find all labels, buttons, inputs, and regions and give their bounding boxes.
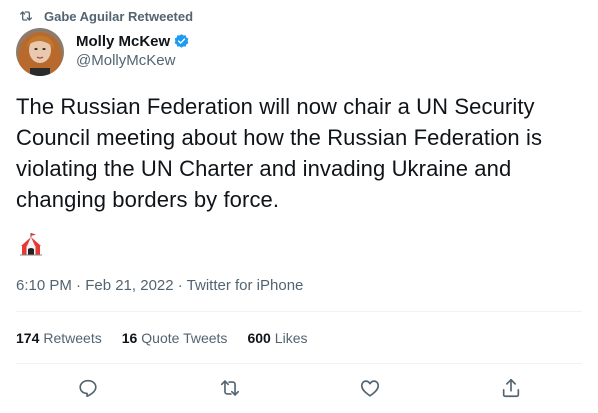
like-icon[interactable] — [359, 377, 381, 399]
retweet-context: Gabe Aguilar Retweeted — [18, 8, 193, 24]
tweet-text: The Russian Federation will now chair a … — [16, 94, 543, 212]
quotes-count: 16 — [121, 330, 138, 346]
likes-count: 600 — [247, 330, 271, 346]
quotes-label: Quote Tweets — [141, 330, 228, 346]
reply-icon[interactable] — [77, 377, 99, 399]
share-icon[interactable] — [500, 377, 522, 399]
user-handle[interactable]: @MollyMcKew — [76, 52, 190, 69]
retweet-context-label[interactable]: Gabe Aguilar Retweeted — [44, 9, 193, 24]
retweet-icon[interactable] — [219, 377, 241, 399]
display-name[interactable]: Molly McKew — [76, 33, 170, 50]
quote-tweets-stat[interactable]: 16 Quote Tweets — [122, 330, 228, 346]
circus-tent-emoji — [18, 232, 44, 258]
retweets-count: 174 — [16, 330, 40, 346]
retweets-label: Retweets — [43, 330, 102, 346]
retweet-icon — [18, 8, 34, 24]
divider — [16, 363, 582, 364]
likes-stat[interactable]: 600 Likes — [247, 330, 307, 346]
avatar[interactable] — [16, 28, 64, 76]
divider — [16, 311, 582, 312]
author-block: Molly McKew @MollyMcKew — [16, 28, 190, 76]
tweet-stats: 174 Retweets 16 Quote Tweets 600 Likes — [16, 330, 327, 346]
likes-label: Likes — [274, 330, 308, 346]
retweets-stat[interactable]: 174 Retweets — [16, 330, 102, 346]
action-bar — [0, 373, 598, 405]
verified-badge-icon — [173, 33, 190, 50]
tweet-timestamp[interactable]: 6:10 PM · Feb 21, 2022 · Twitter for iPh… — [16, 277, 303, 294]
